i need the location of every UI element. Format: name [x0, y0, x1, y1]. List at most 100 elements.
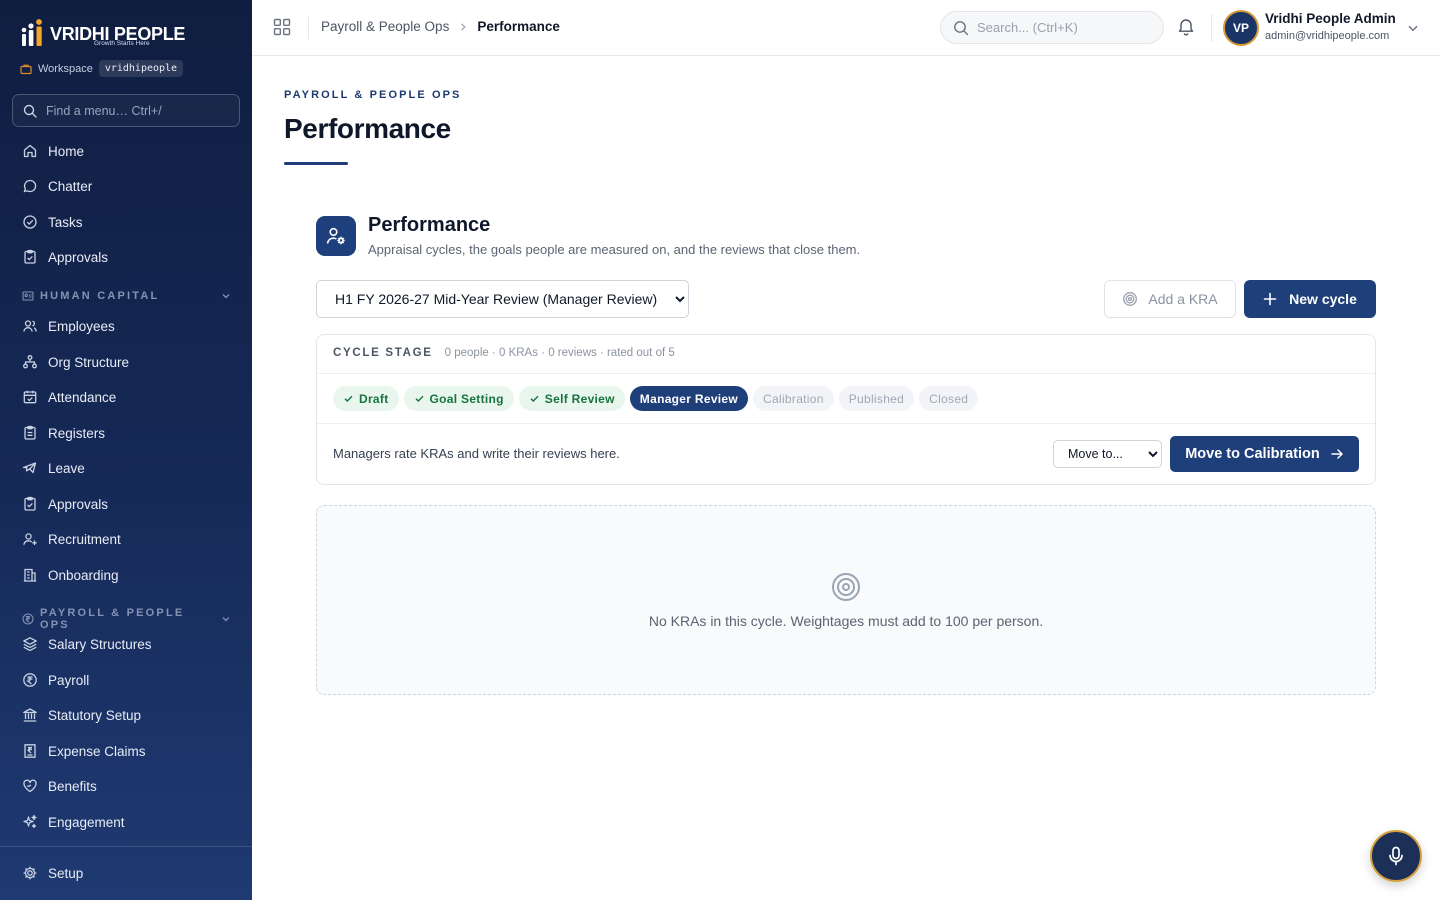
briefcase-icon — [20, 64, 32, 74]
clipboard-check-icon — [24, 249, 36, 264]
avatar[interactable]: VP — [1223, 10, 1259, 46]
new-cycle-label: New cycle — [1289, 291, 1357, 307]
topbar: Payroll & People Ops Performance Search.… — [252, 0, 1440, 56]
page-title: Performance — [284, 113, 451, 144]
menu-search-placeholder: Find a menu… Ctrl+/ — [46, 103, 162, 118]
stage-chip-goal-setting[interactable]: Goal Setting — [403, 386, 514, 411]
chevron-down-icon[interactable] — [1406, 21, 1420, 35]
cycle-stage-header: CYCLE STAGE 0 people · 0 KRAs · 0 review… — [333, 347, 675, 359]
topbar-divider — [308, 17, 309, 39]
sidebar-item-label: Setup — [48, 865, 84, 881]
sidebar-item-approvals[interactable]: Approvals — [12, 240, 240, 274]
sidebar-item-employees[interactable]: Employees — [12, 309, 240, 343]
bell-icon[interactable] — [1176, 17, 1196, 37]
breadcrumb-parent[interactable]: Payroll & People Ops — [321, 19, 449, 34]
bank-icon — [23, 708, 37, 722]
sidebar-item-attendance[interactable]: Attendance — [12, 380, 240, 414]
kra-empty-state: No KRAs in this cycle. Weightages must a… — [316, 505, 1376, 695]
gear-icon — [23, 866, 37, 880]
chevron-down-icon — [222, 294, 230, 299]
sidebar-item-label: Onboarding — [48, 567, 119, 583]
stage-chip-draft[interactable]: Draft — [333, 386, 399, 411]
sidebar-item-label: Registers — [48, 425, 106, 441]
move-button-label: Move to Calibration — [1185, 446, 1320, 462]
plane-icon — [22, 462, 37, 474]
sidebar-section-human-capital[interactable]: HUMAN CAPITAL — [22, 290, 232, 302]
sidebar-item-label: Employees — [48, 318, 115, 334]
stage-description: Managers rate KRAs and write their revie… — [333, 446, 620, 461]
sidebar-item-leave[interactable]: Leave — [12, 451, 240, 485]
global-search-input[interactable]: Search... (Ctrl+K) — [940, 11, 1164, 44]
cycle-stage-card: CYCLE STAGE 0 people · 0 KRAs · 0 review… — [316, 334, 1376, 485]
sidebar-item-org-structure[interactable]: Org Structure — [12, 345, 240, 379]
sidebar-item-chatter[interactable]: Chatter — [12, 169, 240, 203]
user-name[interactable]: Vridhi People Admin — [1265, 11, 1396, 26]
sidebar-item-registers[interactable]: Registers — [12, 416, 240, 450]
sidebar-item-label: Recruitment — [48, 531, 121, 547]
building-icon — [23, 568, 37, 582]
sidebar-item-label: Statutory Setup — [48, 707, 142, 723]
sidebar-item-onboarding[interactable]: Onboarding — [12, 558, 240, 592]
sidebar-item-approvals-hc[interactable]: Approvals — [12, 487, 240, 521]
sidebar-item-recruitment[interactable]: Recruitment — [12, 522, 240, 556]
page-eyebrow: PAYROLL & PEOPLE OPS — [284, 89, 462, 101]
sidebar-item-engagement[interactable]: Engagement — [12, 805, 240, 839]
stage-chip-published[interactable]: Published — [838, 386, 915, 411]
stage-stepper: Draft Goal Setting Self Review Manager R… — [333, 386, 979, 411]
move-to-calibration-button[interactable]: Move to Calibration — [1170, 436, 1359, 472]
org-chart-icon — [23, 355, 37, 369]
check-icon — [344, 395, 353, 402]
sparkles-icon — [23, 814, 37, 829]
sidebar-item-benefits[interactable]: Benefits — [12, 769, 240, 803]
cycle-stage-meta: 0 people · 0 KRAs · 0 reviews · rated ou… — [444, 347, 675, 359]
sidebar-item-label: Salary Structures — [48, 636, 152, 652]
rupee-circle-icon — [23, 673, 37, 687]
user-plus-icon — [23, 533, 37, 545]
sidebar-item-label: Leave — [48, 460, 85, 476]
apps-grid-icon[interactable] — [272, 17, 292, 37]
target-icon — [1123, 292, 1138, 306]
sidebar-item-label: Org Structure — [48, 354, 130, 370]
sidebar-item-setup[interactable]: Setup — [12, 856, 240, 890]
sidebar-section-title: HUMAN CAPITAL — [40, 290, 160, 302]
module-title: Performance — [368, 214, 491, 236]
sidebar-item-home[interactable]: Home — [12, 134, 240, 168]
id-card-icon — [22, 291, 34, 301]
stage-chip-calibration[interactable]: Calibration — [753, 386, 834, 411]
stage-chip-label: Calibration — [763, 391, 824, 406]
menu-search-input[interactable]: Find a menu… Ctrl+/ — [12, 94, 240, 127]
stage-chip-label: Draft — [359, 391, 389, 406]
stage-chip-manager-review[interactable]: Manager Review — [629, 386, 749, 411]
chevron-right-icon — [461, 22, 466, 31]
sidebar-item-statutory-setup[interactable]: Statutory Setup — [12, 698, 240, 732]
cycle-select[interactable]: H1 FY 2026-27 Mid-Year Review (Manager R… — [316, 280, 689, 318]
sidebar-item-payroll[interactable]: Payroll — [12, 663, 240, 697]
microphone-icon — [1389, 846, 1403, 866]
stage-chip-label: Closed — [929, 391, 969, 406]
home-icon — [23, 144, 37, 158]
sidebar-item-label: Approvals — [48, 496, 109, 512]
check-icon — [530, 395, 539, 402]
brand-tagline: Growth Starts Here — [94, 40, 150, 47]
stage-chip-label: Manager Review — [639, 391, 739, 406]
rupee-circle-icon — [22, 613, 34, 625]
divider — [317, 423, 1375, 424]
sidebar-divider — [0, 846, 252, 847]
target-icon — [832, 573, 860, 601]
stage-chip-closed[interactable]: Closed — [919, 386, 979, 411]
sidebar-item-salary-structures[interactable]: Salary Structures — [12, 627, 240, 661]
calendar-check-icon — [23, 390, 37, 404]
sidebar-item-label: Expense Claims — [48, 743, 146, 759]
voice-assistant-button[interactable] — [1370, 830, 1422, 882]
sidebar-item-tasks[interactable]: Tasks — [12, 205, 240, 239]
add-kra-button[interactable]: Add a KRA — [1104, 280, 1236, 318]
check-icon — [415, 395, 424, 402]
user-email: admin@vridhipeople.com — [1265, 30, 1390, 42]
workspace-switcher[interactable]: Workspace vridhipeople — [20, 60, 184, 77]
move-to-select[interactable]: Move to... — [1053, 440, 1162, 468]
new-cycle-button[interactable]: New cycle — [1244, 280, 1376, 318]
sidebar-item-expense-claims[interactable]: Expense Claims — [12, 734, 240, 768]
chat-icon — [23, 179, 37, 193]
stage-chip-self-review[interactable]: Self Review — [518, 386, 625, 411]
empty-state-text: No KRAs in this cycle. Weightages must a… — [648, 613, 1044, 629]
